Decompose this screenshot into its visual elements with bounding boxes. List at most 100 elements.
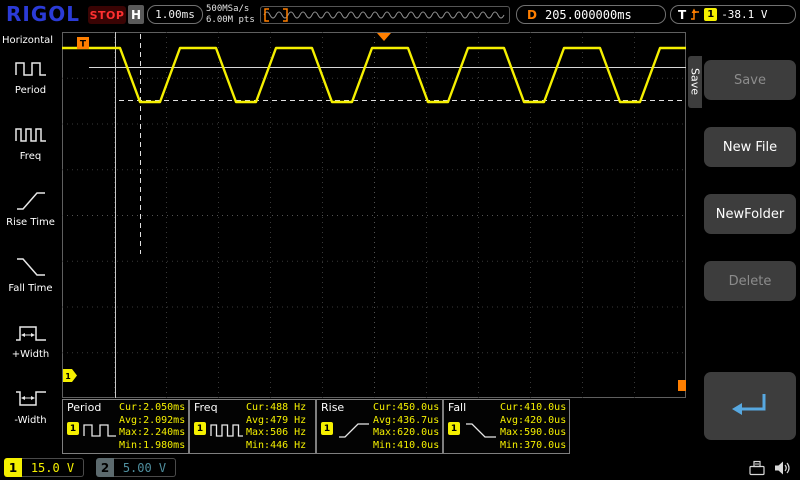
- timebase-value[interactable]: 1.00ms: [147, 5, 203, 24]
- trigger-level-value: -38.1 V: [721, 8, 767, 21]
- measurement-freq[interactable]: Freq 1 Cur:488 Hz Avg:479 Hz Max:506 Hz …: [189, 399, 316, 454]
- d-label: D: [527, 8, 537, 22]
- measurement-avg: Avg:420.0us: [500, 415, 570, 428]
- horizontal-timebase-group[interactable]: H 1.00ms: [128, 5, 203, 24]
- sidebar-item-plus-width[interactable]: +Width: [0, 320, 61, 360]
- measurement-max: Max:620.0us: [373, 427, 443, 440]
- sidebar-item-label: -Width: [0, 415, 61, 426]
- sidebar-item-label: Fall Time: [0, 283, 61, 294]
- usb-icon: [748, 460, 766, 476]
- trigger-group[interactable]: T 1 -38.1 V: [670, 5, 796, 24]
- channel2-scale: 5.00 V: [114, 458, 176, 477]
- fall-time-icon: [14, 254, 48, 278]
- sample-rate: 500MSa/s: [206, 4, 255, 15]
- channel1-badge: 1: [4, 458, 22, 477]
- delay-group[interactable]: D 205.000000ms: [516, 5, 666, 24]
- measurement-name: Freq: [194, 401, 218, 414]
- new-file-button[interactable]: New File: [704, 127, 796, 167]
- save-button[interactable]: Save: [704, 60, 796, 100]
- measurement-max: Max:2.240ms: [119, 427, 189, 440]
- channel2-indicator[interactable]: 2 5.00 V: [96, 458, 176, 477]
- oscilloscope-screen: RIGOL STOP H 1.00ms 500MSa/s 6.00M pts D…: [0, 0, 800, 480]
- sidebar-item-fall-time[interactable]: Fall Time: [0, 254, 61, 294]
- measurement-avg: Avg:479 Hz: [246, 415, 316, 428]
- memory-depth: 6.00M pts: [206, 15, 255, 26]
- measurement-name: Period: [67, 401, 101, 414]
- channel2-badge: 2: [96, 458, 114, 477]
- measurement-values: Cur:2.050ms Avg:2.092ms Max:2.240ms Min:…: [119, 402, 189, 452]
- measurement-max: Max:506 Hz: [246, 427, 316, 440]
- channel1-offset-marker[interactable]: 1: [63, 369, 77, 382]
- freq-icon: [14, 122, 48, 146]
- plus-width-icon: [14, 320, 48, 344]
- measurement-channel-badge: 1: [67, 422, 79, 435]
- freq-meas-icon: [210, 420, 244, 440]
- measurement-channel-badge: 1: [321, 422, 333, 435]
- preview-window-right-bracket[interactable]: [283, 9, 287, 21]
- sidebar-item-minus-width[interactable]: -Width: [0, 386, 61, 426]
- trigger-marker-label: T: [80, 40, 87, 50]
- delete-button[interactable]: Delete: [704, 261, 796, 301]
- measurement-cur: Cur:410.0us: [500, 402, 570, 415]
- measurement-cur: Cur:450.0us: [373, 402, 443, 415]
- measurement-channel-badge: 1: [194, 422, 206, 435]
- sidebar-item-label: Rise Time: [0, 217, 61, 228]
- left-menu-title: Horizontal: [2, 35, 53, 46]
- sidebar-item-period[interactable]: Period: [0, 56, 61, 96]
- delay-value: 205.000000ms: [545, 8, 632, 22]
- minus-width-icon: [14, 386, 48, 410]
- measurement-fall[interactable]: Fall 1 Cur:410.0us Avg:420.0us Max:590.0…: [443, 399, 570, 454]
- sidebar-item-label: +Width: [0, 349, 61, 360]
- trigger-edge-icon: [690, 8, 700, 21]
- measurement-min: Min:446 Hz: [246, 440, 316, 453]
- sidebar-item-rise-time[interactable]: Rise Time: [0, 188, 61, 228]
- speaker-icon: [774, 460, 791, 476]
- trigger-position-marker[interactable]: [377, 33, 391, 41]
- channel1-indicator[interactable]: 1 15.0 V: [4, 458, 84, 477]
- graticule: T 1: [62, 32, 686, 398]
- period-meas-icon: [83, 420, 117, 440]
- period-icon: [14, 56, 48, 80]
- run-state-badge[interactable]: STOP: [88, 6, 126, 24]
- memory-preview-wave: [261, 7, 509, 23]
- measurement-avg: Avg:2.092ms: [119, 415, 189, 428]
- return-arrow-icon: [728, 391, 772, 421]
- measurement-values: Cur:450.0us Avg:436.7us Max:620.0us Min:…: [373, 402, 443, 452]
- enter-button[interactable]: [704, 372, 796, 440]
- measurement-cur: Cur:488 Hz: [246, 402, 316, 415]
- preview-wave-path: [264, 12, 504, 18]
- measurement-min: Min:1.980ms: [119, 440, 189, 453]
- acquisition-info: 500MSa/s 6.00M pts: [206, 4, 255, 26]
- measurement-channel-badge: 1: [448, 422, 460, 435]
- measurement-name: Rise: [321, 401, 344, 414]
- h-label: H: [128, 5, 144, 24]
- display-area: T 1: [62, 32, 686, 398]
- channel1-scale: 15.0 V: [22, 458, 84, 477]
- sidebar-item-label: Period: [0, 85, 61, 96]
- channel1-marker-label: 1: [65, 372, 71, 381]
- measurement-avg: Avg:436.7us: [373, 415, 443, 428]
- sidebar-item-freq[interactable]: Freq: [0, 122, 61, 162]
- measurement-period[interactable]: Period 1 Cur:2.050ms Avg:2.092ms Max:2.2…: [62, 399, 189, 454]
- measurement-values: Cur:410.0us Avg:420.0us Max:590.0us Min:…: [500, 402, 570, 452]
- trigger-source-badge: 1: [704, 8, 717, 21]
- measurement-values: Cur:488 Hz Avg:479 Hz Max:506 Hz Min:446…: [246, 402, 316, 452]
- channel1-waveform: [62, 48, 686, 102]
- t-label: T: [678, 8, 686, 22]
- new-folder-button[interactable]: NewFolder: [704, 194, 796, 234]
- sidebar-item-label: Freq: [0, 151, 61, 162]
- delay-right-marker: [678, 380, 686, 391]
- fall-meas-icon: [464, 420, 498, 440]
- trigger-offscreen-marker[interactable]: T: [77, 37, 89, 50]
- measurement-name: Fall: [448, 401, 466, 414]
- waveform-preview-bar[interactable]: [260, 6, 510, 24]
- measurement-max: Max:590.0us: [500, 427, 570, 440]
- menu-tab-save: Save: [688, 56, 702, 108]
- rise-time-icon: [14, 188, 48, 212]
- measurement-rise[interactable]: Rise 1 Cur:450.0us Avg:436.7us Max:620.0…: [316, 399, 443, 454]
- measurement-cur: Cur:2.050ms: [119, 402, 189, 415]
- measurement-min: Min:410.0us: [373, 440, 443, 453]
- grid-lines: [62, 32, 686, 398]
- preview-window-left-bracket[interactable]: [265, 9, 269, 21]
- measurement-min: Min:370.0us: [500, 440, 570, 453]
